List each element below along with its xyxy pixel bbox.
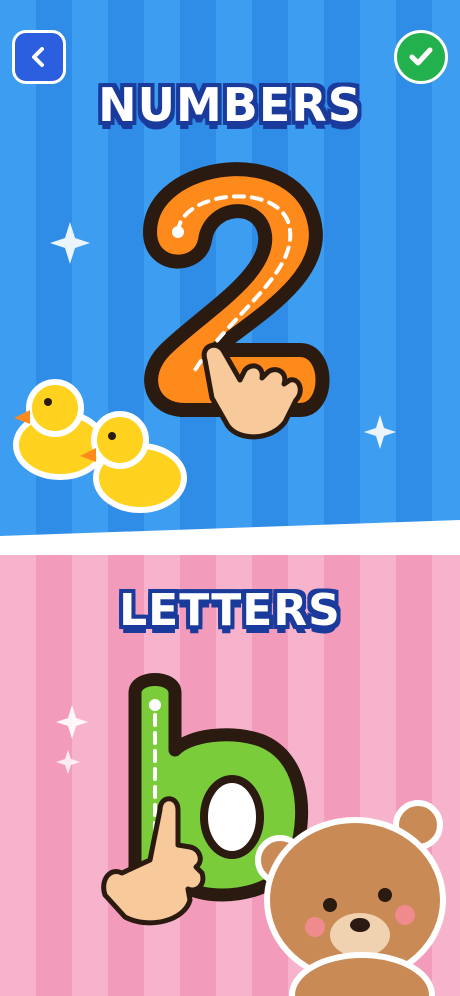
checkmark-icon (409, 47, 433, 66)
sparkle-icon (56, 705, 88, 739)
back-button[interactable] (12, 30, 66, 84)
numbers-panel[interactable]: NUMBERS (0, 0, 460, 540)
confirm-button[interactable] (394, 30, 448, 84)
duck-icon (13, 379, 107, 480)
letters-panel[interactable]: LETTERS (0, 555, 460, 996)
numbers-title: NUMBERS (98, 78, 362, 132)
sparkle-icon (50, 222, 90, 264)
chevron-left-icon (32, 47, 44, 67)
sparkle-icon (364, 415, 396, 449)
letters-title: LETTERS (119, 585, 341, 636)
sparkle-icon (56, 750, 80, 774)
